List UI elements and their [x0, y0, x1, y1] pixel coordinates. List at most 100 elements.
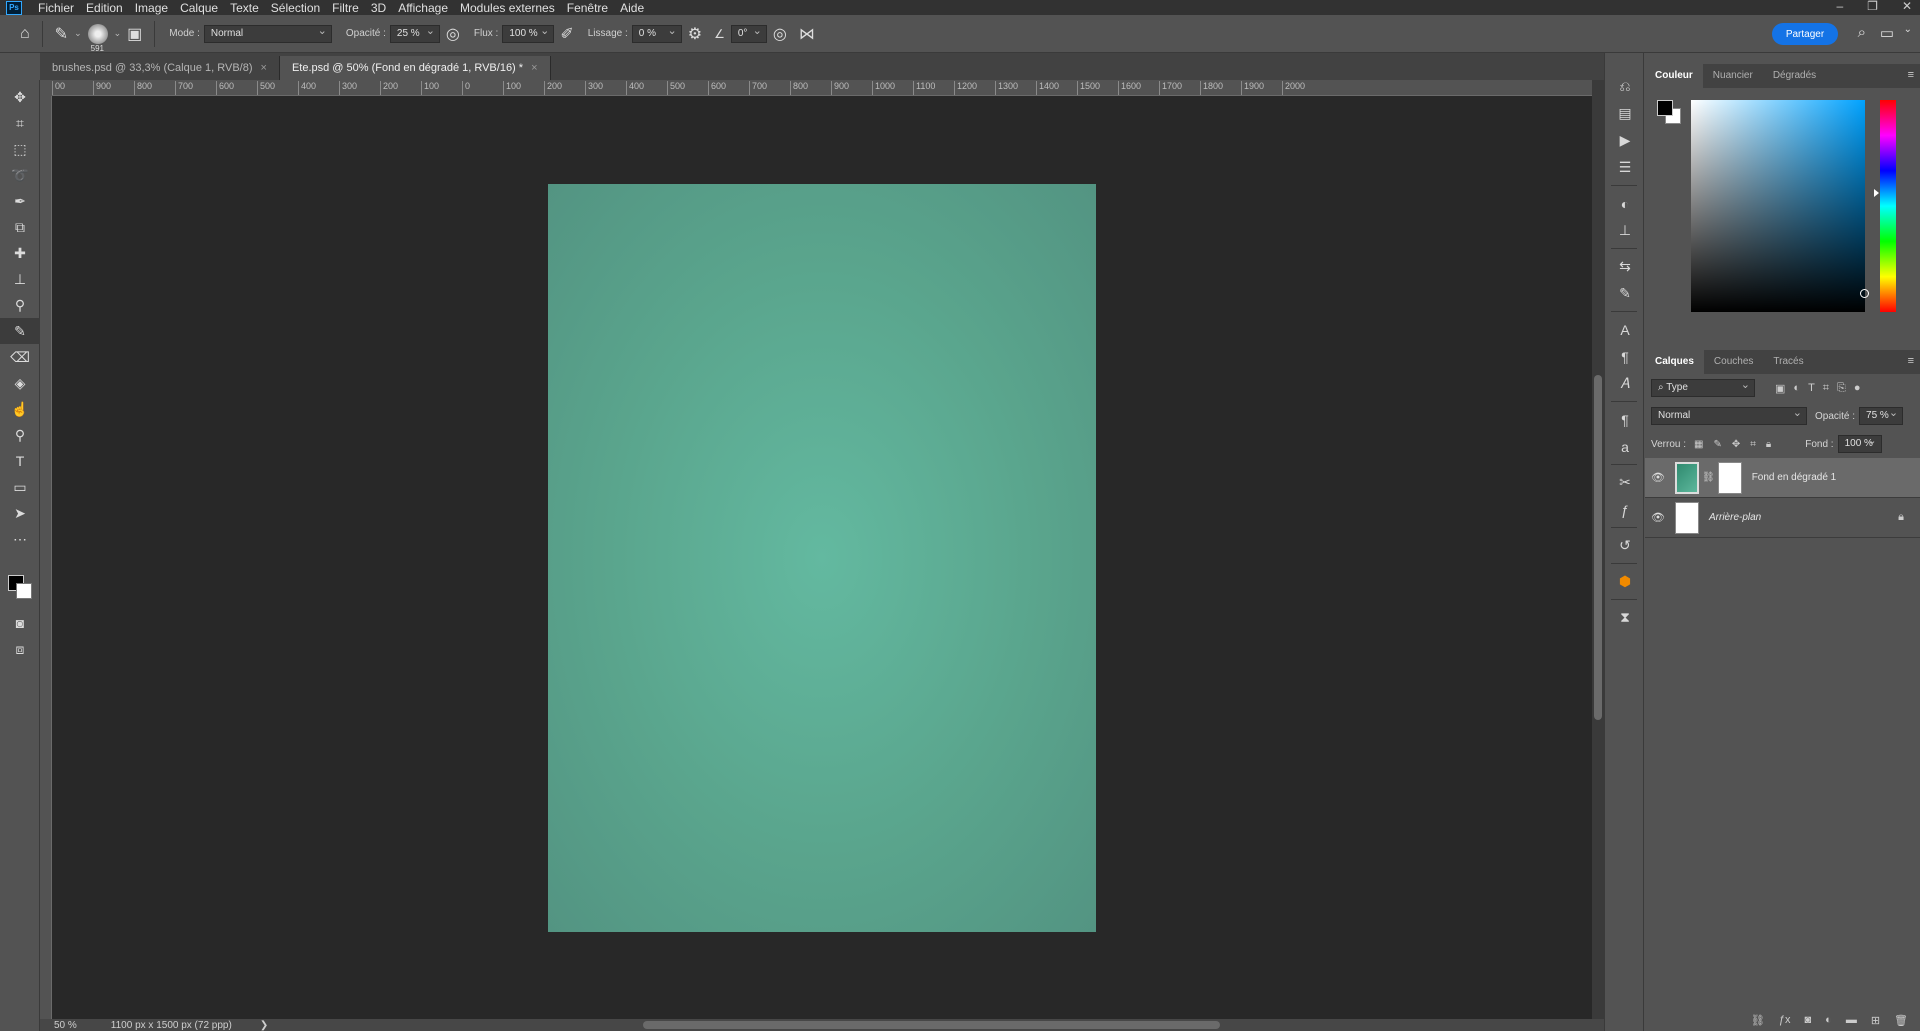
paragraph-icon[interactable]: ¶ — [1605, 343, 1645, 370]
lasso-tool-icon[interactable]: ➰ — [0, 162, 40, 188]
restore-button[interactable]: ❐ — [1867, 0, 1878, 13]
link-layers-icon[interactable]: ⛓︎ — [1751, 1014, 1765, 1027]
quick-mask-icon[interactable]: ◙ — [0, 610, 40, 636]
airbrush-icon[interactable]: ✐ — [560, 24, 573, 44]
chevron-down-icon[interactable]: ⌄ — [114, 28, 122, 39]
tab-couleur[interactable]: Couleur — [1645, 64, 1703, 88]
crop-tool-icon[interactable]: ⌗ — [0, 110, 40, 136]
smoothing-field[interactable]: 0 % — [631, 23, 682, 43]
eye-icon[interactable]: 👁︎ — [1651, 511, 1669, 524]
paint-bucket-tool-icon[interactable]: ◈ — [0, 370, 40, 396]
pressure-opacity-icon[interactable]: ◎ — [446, 24, 460, 44]
workspace-icon[interactable]: ▭ — [1880, 24, 1894, 42]
lock-all-icon[interactable]: 🔒︎ — [1766, 439, 1771, 450]
lock-transparency-icon[interactable]: ▦ — [1694, 439, 1703, 450]
color-picker-field[interactable] — [1691, 100, 1869, 312]
tab-calques[interactable]: Calques — [1645, 350, 1704, 374]
background-color-swatch[interactable] — [16, 583, 32, 599]
fx-icon[interactable]: ƒ — [1605, 496, 1645, 523]
brush-settings-icon[interactable]: ▣ — [127, 24, 142, 44]
character-styles-icon[interactable]: a — [1605, 433, 1645, 460]
new-group-icon[interactable]: ▬ — [1846, 1014, 1857, 1026]
brush-settings-icon[interactable]: ✎ — [1605, 280, 1645, 307]
stamp-tool-icon[interactable]: ⊥ — [0, 266, 40, 292]
shape-filter-icon[interactable]: ⌗ — [1823, 382, 1829, 395]
close-icon[interactable]: × — [531, 62, 537, 74]
opacity-field[interactable]: 25 % — [389, 23, 440, 43]
lock-artboard-icon[interactable]: ⌗ — [1750, 439, 1756, 450]
actions-icon[interactable]: ▶ — [1605, 127, 1645, 154]
layer-row[interactable]: 👁︎ Arrière-plan 🔒︎ — [1645, 498, 1920, 538]
brush-tool-preset-icon[interactable]: ✎ — [55, 24, 68, 44]
tools-preset-icon[interactable]: ✂ — [1605, 469, 1645, 496]
hue-slider[interactable] — [1874, 100, 1896, 312]
marquee-tool-icon[interactable]: ⬚ — [0, 136, 40, 162]
angle-field[interactable]: 0° — [730, 23, 767, 43]
timeline-icon[interactable]: ↺ — [1605, 532, 1645, 559]
canvas-area[interactable] — [52, 96, 1592, 1019]
type-filter-icon[interactable]: T — [1808, 382, 1815, 395]
close-icon[interactable]: × — [261, 62, 267, 74]
smudge-tool-icon[interactable]: ☝ — [0, 396, 40, 422]
home-icon[interactable]: ⌂ — [20, 25, 30, 43]
panel-menu-icon[interactable]: ≡ — [1908, 355, 1914, 367]
status-arrow-icon[interactable]: ❯ — [260, 1020, 268, 1031]
filter-toggle-icon[interactable]: ● — [1854, 382, 1861, 395]
menu-image[interactable]: Image — [129, 1, 174, 15]
menu-filtre[interactable]: Filtre — [326, 1, 365, 15]
link-icon[interactable]: ⛓︎ — [1702, 472, 1715, 483]
menu-calque[interactable]: Calque — [174, 1, 224, 15]
flow-field[interactable]: 100 % — [502, 23, 555, 43]
tab-ete[interactable]: Ete.psd @ 50% (Fond en dégradé 1, RVB/16… — [279, 56, 551, 80]
chevron-down-icon[interactable]: ⌄ — [74, 28, 82, 39]
mode-select[interactable]: Normal — [203, 23, 332, 43]
screen-mode-icon[interactable]: ⧈ — [0, 636, 40, 662]
history-icon[interactable]: ⎌ — [1605, 73, 1645, 100]
panel-menu-icon[interactable]: ≡ — [1908, 69, 1914, 81]
delete-layer-icon[interactable]: 🗑︎ — [1894, 1014, 1908, 1027]
image-filter-icon[interactable]: ▣ — [1775, 382, 1785, 395]
symmetry-icon[interactable]: ⋈ — [799, 24, 815, 44]
fill-field[interactable]: 100 % — [1837, 433, 1882, 453]
color-wheel-icon[interactable]: ◐ — [1605, 190, 1645, 217]
adjustment-layer-icon[interactable]: ◐ — [1825, 1014, 1832, 1026]
move-tool-icon[interactable]: ✥ — [0, 84, 40, 110]
type-tool-icon[interactable]: T — [0, 448, 40, 474]
tab-nuancier[interactable]: Nuancier — [1703, 64, 1763, 88]
menu-edition[interactable]: Edition — [80, 1, 129, 15]
layer-name[interactable]: Arrière-plan — [1709, 512, 1761, 523]
dodge-tool-icon[interactable]: ⚲ — [0, 422, 40, 448]
fx-icon[interactable]: ƒx — [1779, 1014, 1791, 1026]
zoom-level[interactable]: 50 % — [54, 1020, 77, 1031]
gear-icon[interactable]: ⚙ — [688, 24, 702, 44]
vertical-scroll-thumb[interactable] — [1594, 375, 1602, 720]
brush-tool-icon[interactable]: ✎ — [0, 318, 40, 344]
eye-icon[interactable]: 👁︎ — [1651, 471, 1669, 484]
path-selection-tool-icon[interactable]: ➤ — [0, 500, 40, 526]
pen-tool-icon[interactable]: ✒ — [0, 188, 40, 214]
lock-position-icon[interactable]: ✥ — [1732, 439, 1740, 450]
layer-name[interactable]: Fond en dégradé 1 — [1752, 472, 1837, 483]
close-button[interactable]: ✕ — [1902, 0, 1912, 13]
new-layer-icon[interactable]: ⊞ — [1871, 1014, 1880, 1027]
3d-icon[interactable]: ⬢ — [1605, 568, 1645, 595]
object-select-tool-icon[interactable]: ⧉ — [0, 214, 40, 240]
search-icon[interactable]: ⌕ — [1858, 24, 1866, 41]
plugins-icon[interactable]: ⧗ — [1605, 604, 1645, 631]
layer-opacity-field[interactable]: 75 % — [1859, 405, 1904, 425]
glyphs-icon[interactable]: 𝐴 — [1605, 370, 1645, 397]
menu-texte[interactable]: Texte — [224, 1, 265, 15]
chevron-down-icon[interactable]: ⌄ — [1904, 24, 1912, 35]
minimize-button[interactable]: – — [1836, 0, 1843, 13]
menu-fenetre[interactable]: Fenêtre — [561, 1, 614, 15]
menu-modules-externes[interactable]: Modules externes — [454, 1, 561, 15]
vertical-scrollbar[interactable] — [1592, 80, 1604, 1019]
clone-source-icon[interactable]: ⊥ — [1605, 217, 1645, 244]
tab-brushes[interactable]: brushes.psd @ 33,3% (Calque 1, RVB/8) × — [40, 56, 280, 80]
hue-slider-marker[interactable] — [1874, 189, 1879, 197]
adjustments-icon[interactable]: ☰ — [1605, 154, 1645, 181]
layer-filter-select[interactable]: ⌕ Type — [1651, 377, 1755, 397]
layer-mask-thumbnail[interactable] — [1717, 461, 1742, 494]
menu-selection[interactable]: Sélection — [265, 1, 326, 15]
share-button[interactable]: Partager — [1772, 23, 1838, 45]
